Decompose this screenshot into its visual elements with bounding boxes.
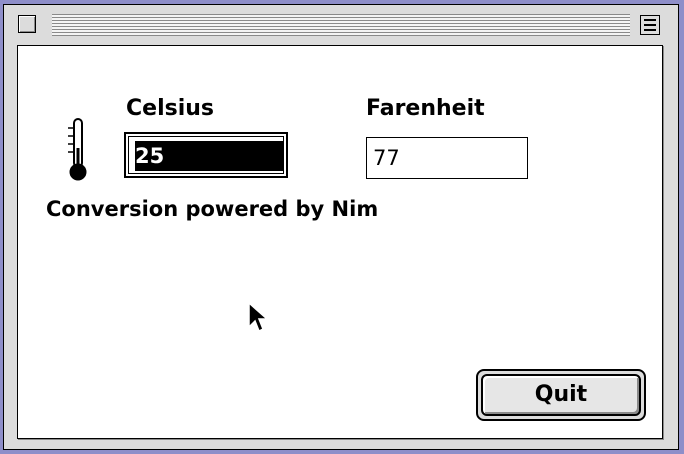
celsius-value: 25 — [135, 141, 285, 171]
fahrenheit-label: Farenheit — [366, 96, 485, 121]
quit-button-label: Quit — [481, 374, 641, 416]
celsius-label: Celsius — [126, 96, 214, 121]
converter-window: Celsius 25 Farenheit 77 Conversion power… — [3, 4, 679, 450]
title-bar[interactable] — [4, 5, 678, 45]
fahrenheit-input[interactable]: 77 — [366, 137, 528, 179]
title-bar-stripes — [52, 14, 630, 36]
zoom-box[interactable] — [640, 15, 660, 35]
footer-text: Conversion powered by Nim — [46, 197, 379, 221]
celsius-input[interactable]: 25 — [124, 132, 288, 178]
thermometer-icon — [68, 118, 87, 181]
window-content: Celsius 25 Farenheit 77 Conversion power… — [17, 45, 663, 439]
arrow-cursor-icon — [248, 302, 268, 333]
close-box[interactable] — [18, 15, 36, 33]
quit-button[interactable]: Quit — [476, 369, 646, 421]
